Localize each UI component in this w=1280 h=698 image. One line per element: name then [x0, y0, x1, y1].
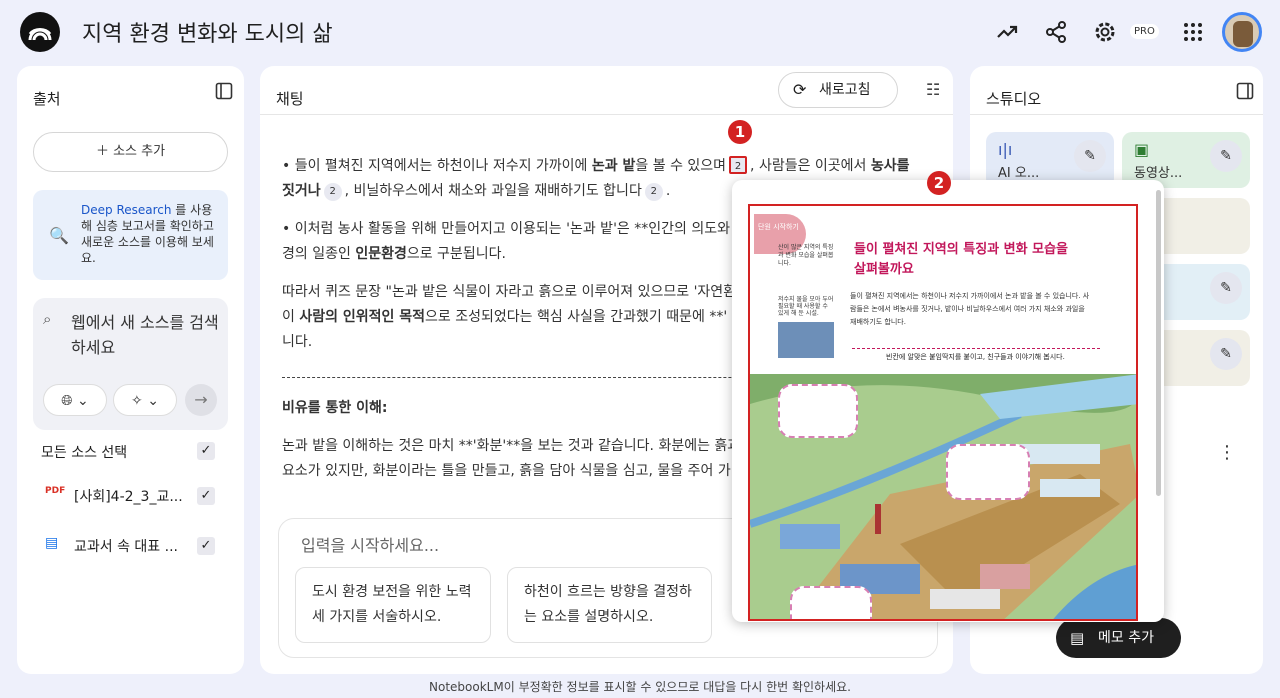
submit-arrow-button[interactable]: → — [185, 384, 217, 416]
text-span: 따라서 퀴즈 문장 "논과 밭은 식물이 자라고 흙으로 이루어져 있으므로 '… — [282, 284, 737, 300]
text-span: 요소가 있지만, 화분이라는 틀을 만들고, 흙을 담아 식물을 심고, 물을 … — [282, 463, 731, 479]
text-span: 이 — [282, 309, 300, 325]
page-side-note: 산이 많은 지역의 특징과 변화 모습을 살펴봅니다. — [778, 244, 834, 267]
suggestion-chip[interactable]: 도시 환경 보전을 위한 노력 세 가지를 서술하시오. — [295, 567, 491, 643]
source-checkbox[interactable]: ✓ — [197, 537, 215, 555]
document-icon: ▤ — [45, 535, 59, 551]
reservoir-photo — [778, 322, 834, 358]
chat-header-divider — [260, 114, 953, 115]
annotation-badge: 2 — [927, 171, 951, 195]
pencil-icon[interactable]: ✎ — [1210, 140, 1242, 172]
magnifier-icon: 🔍 — [49, 226, 69, 245]
studio-title: 스튜디오 — [986, 90, 1042, 108]
research-mode-dropdown[interactable]: ✧ ⌄ — [113, 384, 177, 416]
web-search-box[interactable]: ⌕ 웹에서 새 소스를 검색하세요 🌐︎ ⌄ ✧ ⌄ → — [33, 298, 228, 430]
source-checkbox[interactable]: ✓ — [197, 487, 215, 505]
tune-settings-icon[interactable]: ☷ — [926, 80, 940, 99]
deep-research-link[interactable]: Deep Research — [81, 203, 171, 217]
bold-text: 논과 밭 — [591, 158, 636, 174]
activity-divider — [852, 348, 1100, 349]
more-options-icon[interactable]: ⋮ — [1218, 442, 1236, 463]
page-heading: 들이 펼쳐진 지역의 특징과 변화 모습을 살펴볼까요 — [854, 242, 1068, 277]
sticker-blank — [778, 384, 858, 438]
audio-icon: ı|ı — [998, 140, 1013, 159]
collapse-panel-icon[interactable] — [1236, 82, 1254, 104]
citation-chip[interactable]: 2 — [729, 156, 748, 174]
user-avatar[interactable] — [1222, 12, 1262, 52]
analytics-icon[interactable] — [995, 20, 1019, 44]
text-span: , 비닐하우스에서 채소와 과일을 재배하기도 합니다 — [344, 183, 642, 199]
text-span: • 이처럼 농사 활동을 위해 만들어지고 이용되는 '논과 밭'은 **인간의… — [282, 221, 730, 237]
farm-illustration — [750, 374, 1136, 619]
tile-label: 동영상... — [1134, 166, 1183, 181]
tile-label: AI 오... — [998, 166, 1040, 181]
text-span: 논과 밭을 이해하는 것은 마치 **'화분'**을 보는 것과 같습니다. 화… — [282, 438, 741, 454]
search-input[interactable]: 웹에서 새 소스를 검색하세요 — [71, 310, 221, 360]
text-span: 경의 일종인 — [282, 246, 356, 262]
top-bar: 지역 환경 변화와 도시의 삶 PRO — [0, 0, 1280, 64]
add-source-label: 소스 추가 — [113, 144, 166, 159]
refresh-button[interactable]: ⟳ 새로고침 — [778, 72, 898, 108]
bold-text: 인문환경 — [355, 246, 407, 262]
deep-research-banner[interactable]: 🔍 Deep Research 를 사용해 심층 보고서를 확인하고 새로운 소… — [33, 190, 228, 280]
activity-text: 빈칸에 알맞은 붙임딱지를 붙이고, 친구들과 이야기해 봅시다. — [886, 353, 1065, 361]
plus-icon: ＋ — [95, 144, 114, 159]
settings-gear-icon[interactable] — [1093, 20, 1117, 44]
note-icon: ▤ — [1070, 629, 1085, 647]
globe-icon: 🌐︎ ⌄ — [61, 393, 89, 409]
text-span: 니다. — [282, 334, 313, 350]
text-span: • 들이 펼쳐진 지역에서는 하천이나 저수지 가까이에 — [282, 158, 592, 174]
collapse-panel-icon[interactable] — [215, 82, 233, 104]
text-span: 으로 구분됩니다. — [406, 246, 506, 262]
page-body-text: 들이 펼쳐진 지역에서는 하천이나 저수지 가까이에서 논과 밭을 볼 수 있습… — [850, 292, 1090, 326]
sources-panel: 출처 ＋ 소스 추가 🔍 Deep Research 를 사용해 심층 보고서를… — [17, 66, 244, 674]
add-source-button[interactable]: ＋ 소스 추가 — [33, 132, 228, 172]
notebooklm-logo-icon[interactable] — [20, 12, 60, 52]
select-all-label: 모든 소스 선택 — [41, 445, 128, 461]
photo-caption: 저수지 물을 모아 두어 필요할 때 사용할 수 있게 해 둔 시설. — [778, 296, 834, 317]
add-memo-button[interactable]: ▤ 메모 추가 — [1056, 618, 1181, 658]
bold-text: 비유를 통한 이해: — [282, 400, 388, 416]
source-item-name[interactable]: 교과서 속 대표 ... — [74, 536, 178, 556]
sticker-blank — [946, 444, 1030, 500]
video-icon: ▣ — [1134, 140, 1150, 159]
pencil-icon[interactable]: ✎ — [1210, 272, 1242, 304]
suggestion-chip[interactable]: 하천이 흐르는 방향을 결정하는 요소를 설명하시오. — [507, 567, 712, 643]
add-memo-label: 메모 추가 — [1098, 630, 1154, 646]
web-source-dropdown[interactable]: 🌐︎ ⌄ — [43, 384, 107, 416]
sources-title: 출처 — [33, 90, 61, 108]
text-span: 으로 조성되었다는 핵심 사실을 간과했기 때문에 **' — [425, 309, 728, 325]
search-icon: ⌕ — [43, 310, 52, 328]
popup-scrollbar[interactable] — [1156, 190, 1161, 496]
bold-text: 사람의 인위적인 목적 — [299, 309, 426, 325]
pro-badge: PRO — [1130, 24, 1159, 39]
chat-input[interactable]: 입력을 시작하세요... — [301, 532, 439, 556]
select-all-checkbox[interactable]: ✓ — [197, 442, 215, 460]
pdf-icon: PDF — [45, 486, 66, 496]
pencil-icon[interactable]: ✎ — [1074, 140, 1106, 172]
text-span: , 사람들은 이곳에서 — [750, 158, 871, 174]
refresh-label: 새로고침 — [819, 82, 871, 98]
annotation-badge: 1 — [728, 120, 752, 144]
refresh-icon: ⟳ — [793, 80, 807, 99]
sticker-blank — [790, 586, 872, 619]
share-icon[interactable] — [1044, 20, 1068, 44]
sparkle-search-icon: ✧ ⌄ — [131, 393, 159, 409]
citation-chip[interactable]: 2 — [323, 183, 342, 201]
citation-chip[interactable]: 2 — [644, 183, 663, 201]
notebook-title[interactable]: 지역 환경 변화와 도시의 삶 — [82, 16, 333, 48]
disclaimer-footer: NotebookLM이 부정확한 정보를 표시할 수 있으므로 대답을 다시 한… — [429, 680, 851, 694]
textbook-page-image: 단원 시작하기 산이 많은 지역의 특징과 변화 모습을 살펴봅니다. 들이 펼… — [748, 204, 1138, 621]
source-item-name[interactable]: [사회]4-2_3_교... — [74, 486, 183, 506]
apps-grid-icon[interactable] — [1181, 20, 1205, 44]
text-span: 을 볼 수 있으며 — [635, 158, 727, 174]
chat-title: 채팅 — [276, 90, 304, 108]
citation-preview-popup[interactable]: 단원 시작하기 산이 많은 지역의 특징과 변화 모습을 살펴봅니다. 들이 펼… — [732, 180, 1164, 622]
pencil-icon[interactable]: ✎ — [1210, 338, 1242, 370]
studio-header-divider — [970, 114, 1263, 115]
